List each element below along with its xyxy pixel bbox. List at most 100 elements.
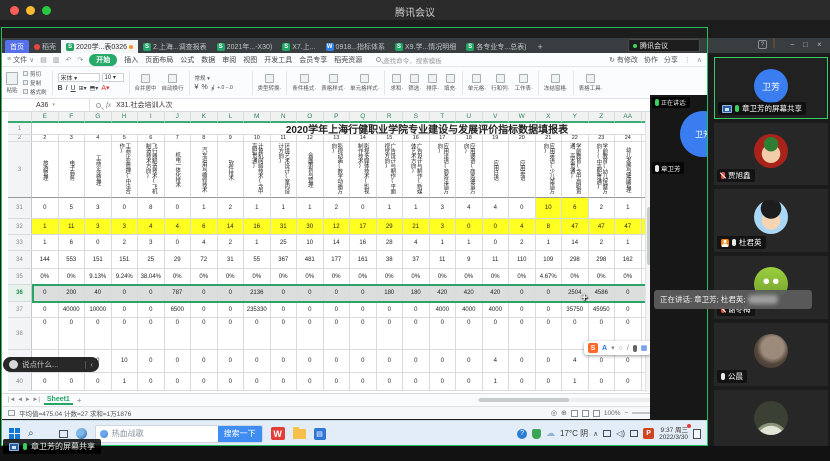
data-cell[interactable]: 0 [324, 373, 351, 391]
data-cell[interactable]: 1 [536, 235, 563, 251]
data-cell[interactable]: 6 [59, 235, 86, 251]
column-header[interactable]: X [536, 112, 563, 123]
data-cell[interactable]: 0 [297, 285, 324, 302]
menu-tab-6[interactable]: 视图 [243, 55, 257, 65]
wps-document-tab[interactable]: SX9.学...情况明细 [390, 40, 461, 53]
data-cell[interactable]: 10 [112, 350, 139, 373]
center-view-icon[interactable]: ⊕ [561, 409, 567, 417]
formula-value[interactable]: X31.社会培训人次 [116, 100, 172, 110]
tray-expand-icon[interactable]: ∧ [593, 430, 598, 438]
page-break-icon[interactable] [593, 410, 600, 417]
data-cell[interactable]: 0% [615, 269, 642, 285]
data-cell[interactable]: 0 [509, 198, 536, 219]
windows-start-icon[interactable] [9, 428, 20, 439]
specialty-header-cell[interactable]: 广告设计与制作(平面视觉方向) [377, 142, 404, 198]
data-cell[interactable]: 0% [589, 269, 616, 285]
data-cell[interactable]: 0 [138, 318, 165, 350]
data-cell[interactable]: 0 [324, 318, 351, 350]
data-cell[interactable]: 0 [377, 350, 404, 373]
data-cell[interactable]: 1 [297, 198, 324, 219]
data-cell[interactable]: 11 [59, 219, 86, 235]
menu-tab-8[interactable]: 会员专享 [299, 55, 327, 65]
menu-right-0[interactable]: ↻ 有修改 [609, 55, 638, 65]
number-format-select[interactable]: 常规 ▾ [195, 74, 247, 82]
col-number-cell[interactable]: 13 [324, 135, 351, 142]
row-number[interactable]: 32 [8, 219, 32, 235]
col-number-cell[interactable]: 10 [244, 135, 271, 142]
ribbon-button-3[interactable]: 单元格样式· [350, 74, 379, 92]
data-cell[interactable]: 1 [112, 373, 139, 391]
data-cell[interactable]: 0 [403, 373, 430, 391]
col-number-cell[interactable]: 12 [297, 135, 324, 142]
data-cell[interactable]: 0 [509, 318, 536, 350]
data-cell[interactable]: 37 [403, 251, 430, 269]
wps-document-tab[interactable]: S2.上海...调查报表 [138, 40, 212, 53]
weather-text[interactable]: 17°C 阴 [560, 428, 588, 439]
col-number-cell[interactable]: 19 [483, 135, 510, 142]
meeting-mini-pill[interactable]: 腾讯会议 [628, 39, 700, 52]
ribbon-button-9[interactable]: 行和列· [491, 74, 509, 92]
font-color-icon[interactable]: A [602, 345, 607, 352]
specialty-header-cell[interactable]: 幼儿发展与健康管理 [615, 142, 642, 198]
data-cell[interactable]: 25 [271, 235, 298, 251]
data-cell[interactable]: 0 [271, 318, 298, 350]
data-cell[interactable]: 0% [430, 269, 457, 285]
data-cell[interactable]: 0 [403, 318, 430, 350]
col-number-cell[interactable]: 24 [615, 135, 642, 142]
data-cell[interactable]: 180 [377, 285, 404, 302]
data-cell[interactable]: 0 [350, 198, 377, 219]
wps-document-tab[interactable]: 稻壳 [29, 40, 61, 53]
ribbon-button-12[interactable]: 表格工具· [579, 74, 603, 92]
data-cell[interactable]: 3 [85, 198, 112, 219]
wps-help-icon[interactable]: ? [758, 40, 767, 49]
specialty-header-cell[interactable]: 旅游管理 [32, 142, 59, 198]
row-number[interactable]: 1 [8, 123, 32, 135]
col-number-cell[interactable]: 11 [271, 135, 298, 142]
data-cell[interactable]: 4 [483, 350, 510, 373]
ribbon-button-6[interactable]: 排序· [426, 74, 439, 92]
col-number-cell[interactable]: 8 [191, 135, 218, 142]
col-number-cell[interactable]: 18 [456, 135, 483, 142]
web-search-box[interactable]: 热血战歌 搜索一下 [95, 425, 263, 443]
data-cell[interactable]: 0 [350, 302, 377, 318]
data-cell[interactable]: 16 [350, 235, 377, 251]
data-cell[interactable]: 0 [536, 350, 563, 373]
data-cell[interactable]: 0% [32, 269, 59, 285]
data-cell[interactable]: 553 [59, 251, 86, 269]
data-cell[interactable]: 0 [32, 318, 59, 350]
currency-icon[interactable]: ¥ [195, 84, 199, 91]
data-cell[interactable]: 0 [244, 373, 271, 391]
powerpoint-tray-icon[interactable]: P [643, 428, 654, 439]
data-cell[interactable]: 0 [218, 318, 245, 350]
data-cell[interactable]: 2 [589, 198, 616, 219]
menu-tab-3[interactable]: 公式 [180, 55, 194, 65]
data-cell[interactable]: 28 [377, 235, 404, 251]
save-icon[interactable]: ▤ [40, 56, 47, 64]
data-cell[interactable]: 0 [297, 373, 324, 391]
column-header[interactable]: S [403, 112, 430, 123]
column-header[interactable]: L [218, 112, 245, 123]
wps-document-tab[interactable]: 首页 [5, 40, 29, 53]
data-cell[interactable]: 45950 [589, 302, 616, 318]
specialty-header-cell[interactable]: 广告设计与制作(新媒体艺术方向) [403, 142, 430, 198]
data-cell[interactable]: 4 [403, 235, 430, 251]
participant-tile-3[interactable]: 谢冬梅 [714, 256, 828, 319]
wps-close-icon[interactable]: × [817, 40, 822, 49]
data-cell[interactable]: 47 [615, 219, 642, 235]
ribbon-button-7[interactable]: 填充· [444, 74, 457, 92]
specialty-header-cell[interactable]: 应用德语(商务德语方向) [456, 142, 483, 198]
data-cell[interactable]: 1 [456, 235, 483, 251]
data-cell[interactable]: 0 [324, 285, 351, 302]
data-cell[interactable]: 47 [589, 219, 616, 235]
participant-tile-0[interactable]: 卫芳章卫芳的屏幕共享 [714, 57, 828, 119]
data-cell[interactable]: 14 [562, 235, 589, 251]
data-cell[interactable]: 1 [377, 198, 404, 219]
wps-maximize-icon[interactable]: □ [803, 40, 808, 49]
clipboard-item[interactable]: 格式刷 [23, 88, 47, 96]
col-number-cell[interactable]: 3 [59, 135, 86, 142]
menu-tab-9[interactable]: 稻壳资源 [334, 55, 362, 65]
normal-view-icon[interactable] [571, 410, 578, 417]
data-cell[interactable]: 0 [218, 302, 245, 318]
data-cell[interactable]: 17 [350, 219, 377, 235]
wps-document-tab[interactable]: S各专业专...总表) [461, 40, 531, 53]
